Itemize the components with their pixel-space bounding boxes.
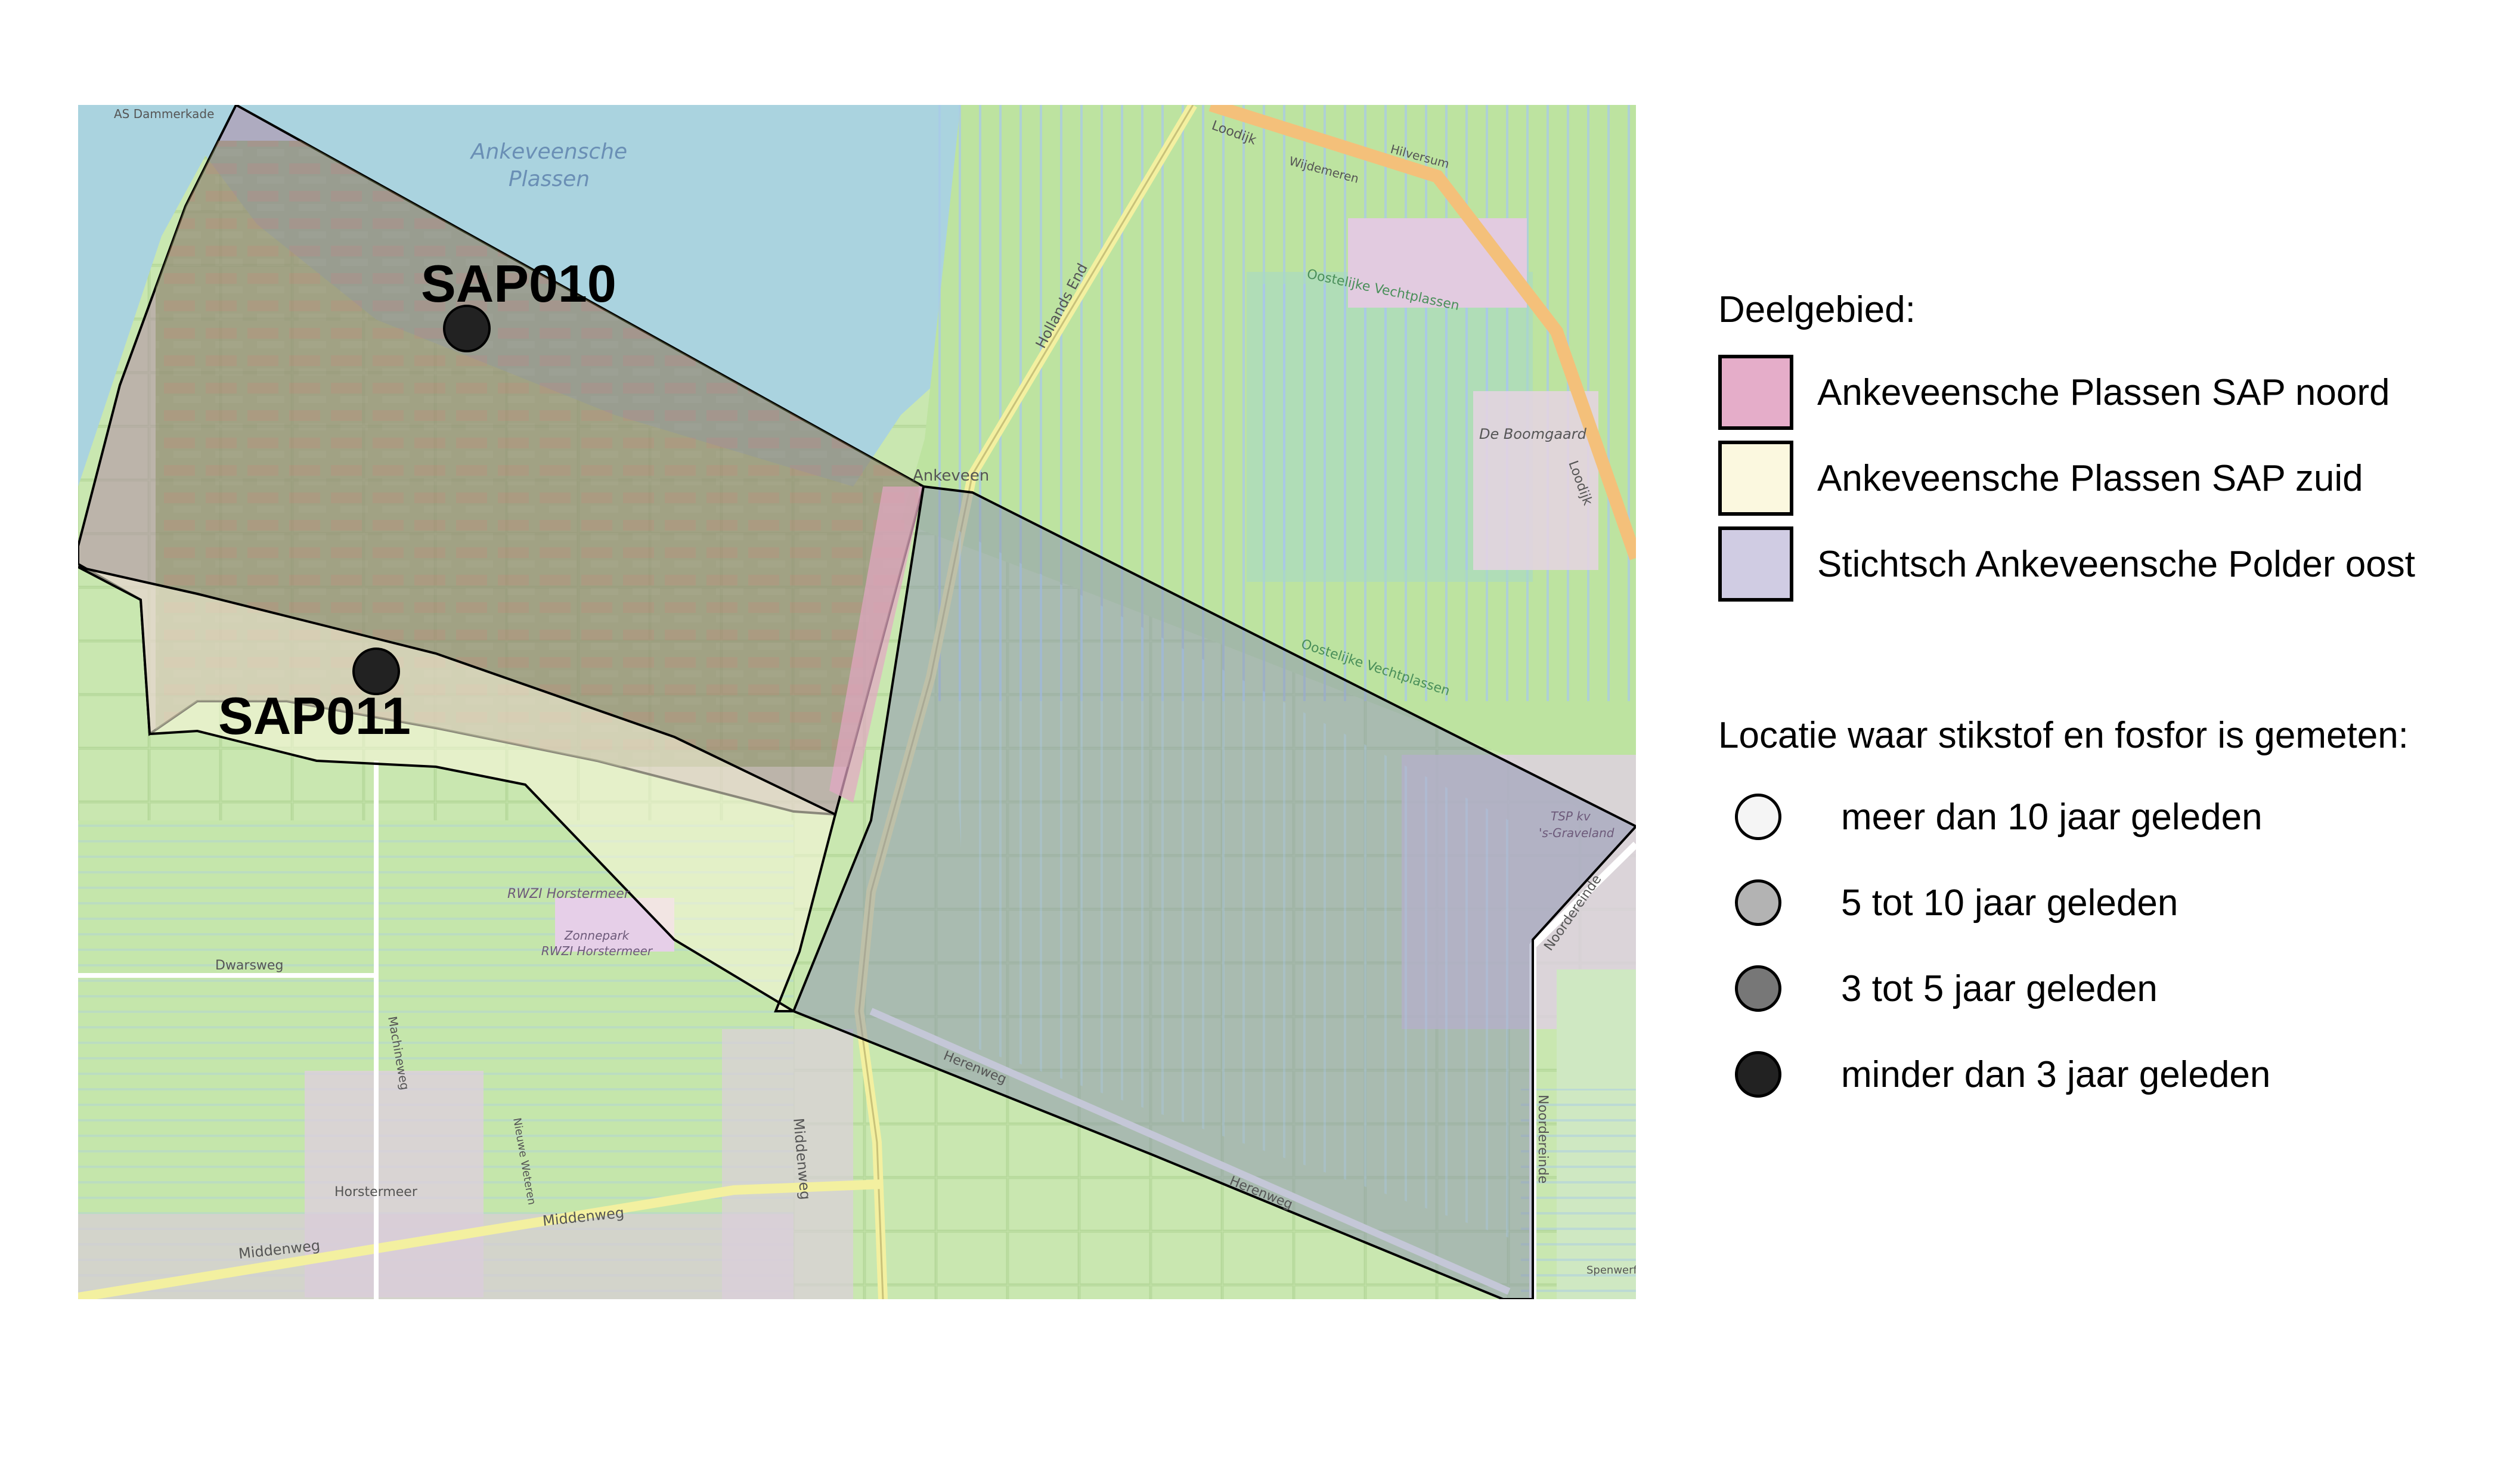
- label-graveland-2: 's-Graveland: [1539, 826, 1614, 840]
- legend-label-polder-oost: Stichtsch Ankeveensche Polder oost: [1817, 543, 2415, 585]
- label-as-dammerkade: AS Dammerkade: [114, 107, 214, 121]
- swatch-sap-noord: [1718, 355, 1793, 430]
- dot-under-3: [1735, 1051, 1781, 1098]
- legend-title-locaties: Locatie waar stikstof en fosfor is gemet…: [1718, 715, 2409, 756]
- dot-5-10: [1735, 879, 1781, 926]
- legend-title-deelgebied: Deelgebied:: [1718, 289, 1916, 330]
- lake-label-1: Ankeveensche: [470, 140, 627, 164]
- legend-location-under-3: minder dan 3 jaar geleden: [1735, 1045, 2270, 1104]
- sap010-label: SAP010: [421, 254, 616, 313]
- swatch-polder-oost: [1718, 526, 1793, 602]
- label-graveland-1: TSP kv: [1551, 809, 1591, 823]
- legend-label-10plus: meer dan 10 jaar geleden: [1841, 796, 2263, 838]
- legend-area-sap-noord: Ankeveensche Plassen SAP noord: [1718, 351, 2390, 434]
- lake-label-2: Plassen: [509, 167, 590, 191]
- legend-location-10plus: meer dan 10 jaar geleden: [1735, 787, 2263, 847]
- dot-10plus: [1735, 794, 1781, 840]
- label-noordereinde-bottom: Noordereinde: [1535, 1095, 1550, 1184]
- map-panel[interactable]: Ankeveensche Plassen AS Dammerkade Ankev…: [78, 105, 1636, 1299]
- label-ankeveen: Ankeveen: [913, 467, 989, 485]
- label-boomgaard: De Boomgaard: [1479, 426, 1587, 442]
- legend-location-3-5: 3 tot 5 jaar geleden: [1735, 959, 2158, 1018]
- map-svg: Ankeveensche Plassen AS Dammerkade Ankev…: [78, 105, 1636, 1299]
- legend-area-sap-zuid: Ankeveensche Plassen SAP zuid: [1718, 436, 2363, 520]
- legend-label-5-10: 5 tot 10 jaar geleden: [1841, 882, 2178, 924]
- sap011-label: SAP011: [218, 686, 411, 745]
- swatch-sap-zuid: [1718, 441, 1793, 516]
- legend-area-polder-oost: Stichtsch Ankeveensche Polder oost: [1718, 522, 2415, 606]
- legend-label-under-3: minder dan 3 jaar geleden: [1841, 1054, 2271, 1095]
- label-dwarsweg: Dwarsweg: [215, 958, 283, 973]
- legend-label-3-5: 3 tot 5 jaar geleden: [1841, 968, 2158, 1009]
- label-spenwerf: Spenwerf: [1586, 1264, 1636, 1277]
- label-zonnepark-2: RWZI Horstermeer: [541, 944, 653, 958]
- label-rwzi: RWZI Horstermeer: [507, 887, 631, 901]
- label-zonnepark-1: Zonnepark: [564, 928, 630, 943]
- label-horstermeer: Horstermeer: [334, 1185, 418, 1200]
- legend-location-5-10: 5 tot 10 jaar geleden: [1735, 873, 2178, 932]
- legend-label-sap-zuid: Ankeveensche Plassen SAP zuid: [1817, 457, 2363, 499]
- legend-label-sap-noord: Ankeveensche Plassen SAP noord: [1817, 371, 2390, 413]
- dot-3-5: [1735, 965, 1781, 1012]
